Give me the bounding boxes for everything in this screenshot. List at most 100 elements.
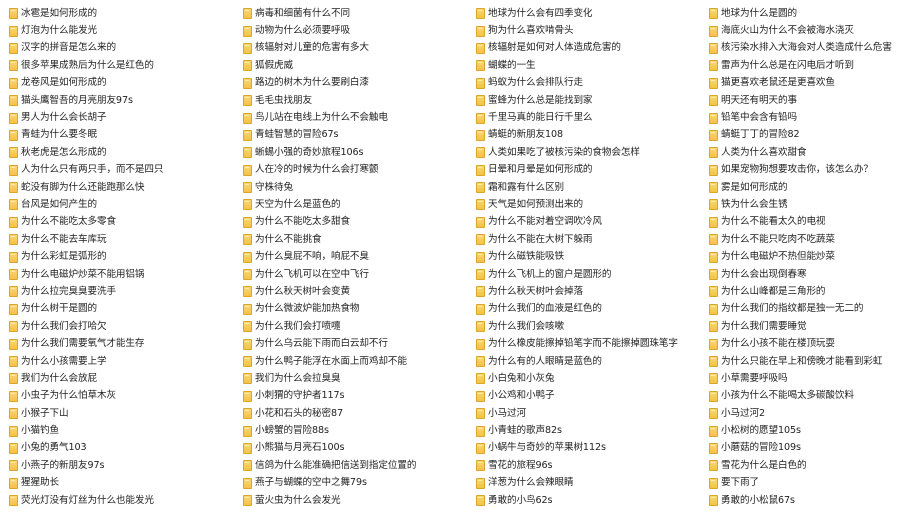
folder-item[interactable]: 小草需要呼吸吗 (709, 370, 900, 387)
folder-item[interactable]: 为什么小孩需要上学 (9, 353, 231, 370)
folder-item[interactable]: 为什么橡皮能擦掉铅笔字而不能擦掉圆珠笔字 (476, 335, 698, 352)
folder-item[interactable]: 为什么我们会咳嗽 (476, 318, 698, 335)
folder-item[interactable]: 秋老虎是怎么形成的 (9, 144, 231, 161)
folder-item[interactable]: 为什么我们需要氧气才能生存 (9, 335, 231, 352)
folder-item[interactable]: 霜和露有什么区别 (476, 179, 698, 196)
folder-item[interactable]: 铅笔中会含有铅吗 (709, 109, 900, 126)
folder-item[interactable]: 为什么不能吃太多零食 (9, 214, 231, 231)
folder-item[interactable]: 地球为什么会有四季变化 (476, 5, 698, 22)
folder-item[interactable]: 小花和石头的秘密87 (243, 405, 465, 422)
folder-item[interactable]: 为什么电磁炉不热但能炒菜 (709, 248, 900, 265)
folder-item[interactable]: 猩猩助长 (9, 475, 231, 492)
folder-item[interactable]: 小熊猫与月亮石100s (243, 440, 465, 457)
folder-item[interactable]: 青蛙为什么要冬眠 (9, 127, 231, 144)
folder-item[interactable]: 核辐射是如何对人体造成危害的 (476, 40, 698, 57)
folder-item[interactable]: 青蛙智慧的冒险67s (243, 127, 465, 144)
folder-item[interactable]: 为什么飞机上的窗户是圆形的 (476, 266, 698, 283)
folder-item[interactable]: 雪花的旅程96s (476, 457, 698, 474)
folder-item[interactable]: 台风是如何产生的 (9, 196, 231, 213)
folder-item[interactable]: 为什么我们会打哈欠 (9, 318, 231, 335)
folder-item[interactable]: 为什么秋天树叶会掉落 (476, 283, 698, 300)
folder-item[interactable]: 小蜗牛与奇妙的苹果树112s (476, 440, 698, 457)
folder-item[interactable]: 雾是如何形成的 (709, 179, 900, 196)
folder-item[interactable]: 明天还有明天的事 (709, 92, 900, 109)
folder-item[interactable]: 雷声为什么总是在闪电后才听到 (709, 57, 900, 74)
folder-item[interactable]: 为什么我们的指纹都是独一无二的 (709, 301, 900, 318)
folder-item[interactable]: 为什么山峰都是三角形的 (709, 283, 900, 300)
folder-item[interactable]: 洋葱为什么会辣眼睛 (476, 475, 698, 492)
folder-item[interactable]: 守株待兔 (243, 179, 465, 196)
folder-item[interactable]: 灯泡为什么能发光 (9, 22, 231, 39)
folder-item[interactable]: 狐假虎威 (243, 57, 465, 74)
folder-item[interactable]: 为什么电磁炉炒菜不能用铝锅 (9, 266, 231, 283)
folder-item[interactable]: 为什么不能看太久的电视 (709, 214, 900, 231)
folder-item[interactable]: 人为什么只有两只手，而不是四只 (9, 162, 231, 179)
folder-item[interactable]: 小孩为什么不能喝太多碳酸饮料 (709, 388, 900, 405)
folder-item[interactable]: 信鸽为什么能准确把信送到指定位置的 (243, 457, 465, 474)
folder-item[interactable]: 为什么微波炉能加热食物 (243, 301, 465, 318)
folder-item[interactable]: 蚂蚁为什么会排队行走 (476, 75, 698, 92)
folder-item[interactable]: 海底火山为什么不会被海水浇灭 (709, 22, 900, 39)
folder-item[interactable]: 为什么乌云能下雨而白云却不行 (243, 335, 465, 352)
folder-item[interactable]: 小猫钓鱼 (9, 422, 231, 439)
folder-item[interactable]: 为什么磁铁能吸铁 (476, 248, 698, 265)
folder-item[interactable]: 蝴蝶的一生 (476, 57, 698, 74)
folder-item[interactable]: 猫更喜欢老鼠还是更喜欢鱼 (709, 75, 900, 92)
folder-item[interactable]: 铁为什么会生锈 (709, 196, 900, 213)
folder-item[interactable]: 龙卷风是如何形成的 (9, 75, 231, 92)
folder-item[interactable]: 为什么会出现倒春寒 (709, 266, 900, 283)
folder-item[interactable]: 小青蛙的歌声82s (476, 422, 698, 439)
folder-item[interactable]: 为什么秋天树叶会变黄 (243, 283, 465, 300)
folder-item[interactable]: 为什么我们的血液是红色的 (476, 301, 698, 318)
folder-item[interactable]: 为什么不能只吃肉不吃蔬菜 (709, 231, 900, 248)
folder-item[interactable]: 为什么小孩不能在楼顶玩耍 (709, 335, 900, 352)
folder-item[interactable]: 小刺猬的守护者117s (243, 388, 465, 405)
folder-item[interactable]: 我们为什么会放屁 (9, 370, 231, 387)
folder-item[interactable]: 小马过河2 (709, 405, 900, 422)
folder-item[interactable]: 为什么臭屁不响，响屁不臭 (243, 248, 465, 265)
folder-item[interactable]: 为什么飞机可以在空中飞行 (243, 266, 465, 283)
folder-item[interactable]: 动物为什么必须要呼吸 (243, 22, 465, 39)
folder-item[interactable]: 千里马真的能日行千里么 (476, 109, 698, 126)
folder-item[interactable]: 为什么我们需要睡觉 (709, 318, 900, 335)
folder-item[interactable]: 如果宠物狗想要攻击你，该怎么办？ (709, 162, 900, 179)
folder-item[interactable]: 毛毛虫找朋友 (243, 92, 465, 109)
folder-item[interactable]: 人类如果吃了被核污染的食物会怎样 (476, 144, 698, 161)
folder-item[interactable]: 核辐射对儿童的危害有多大 (243, 40, 465, 57)
folder-item[interactable]: 小马过河 (476, 405, 698, 422)
folder-item[interactable]: 小螃蟹的冒险88s (243, 422, 465, 439)
folder-item[interactable]: 小松树的愿望105s (709, 422, 900, 439)
folder-item[interactable]: 为什么彩虹是弧形的 (9, 248, 231, 265)
folder-item[interactable]: 小猴子下山 (9, 405, 231, 422)
folder-item[interactable]: 为什么有的人眼睛是蓝色的 (476, 353, 698, 370)
folder-item[interactable]: 狗为什么喜欢啃骨头 (476, 22, 698, 39)
folder-item[interactable]: 雪花为什么是白色的 (709, 457, 900, 474)
folder-item[interactable]: 勇敢的小鸟62s (476, 492, 698, 509)
folder-item[interactable]: 为什么树干是圆的 (9, 301, 231, 318)
folder-item[interactable]: 蛇没有脚为什么还能跑那么快 (9, 179, 231, 196)
folder-item[interactable]: 冰雹是如何形成的 (9, 5, 231, 22)
folder-item[interactable]: 为什么我们会打喷嚏 (243, 318, 465, 335)
folder-item[interactable]: 为什么不能去车库玩 (9, 231, 231, 248)
folder-item[interactable]: 天空为什么是蓝色的 (243, 196, 465, 213)
folder-item[interactable]: 荧光灯没有灯丝为什么也能发光 (9, 492, 231, 509)
folder-item[interactable]: 日晕和月晕是如何形成的 (476, 162, 698, 179)
folder-item[interactable]: 为什么只能在早上和傍晚才能看到彩虹 (709, 353, 900, 370)
folder-item[interactable]: 小公鸡和小鸭子 (476, 388, 698, 405)
folder-item[interactable]: 男人为什么会长胡子 (9, 109, 231, 126)
folder-item[interactable]: 燕子与蝴蝶的空中之舞79s (243, 475, 465, 492)
folder-item[interactable]: 我们为什么会拉臭臭 (243, 370, 465, 387)
folder-item[interactable]: 路边的树木为什么要刷白漆 (243, 75, 465, 92)
folder-item[interactable]: 天气是如何预测出来的 (476, 196, 698, 213)
folder-item[interactable]: 小虫子为什么怕草木灰 (9, 388, 231, 405)
folder-item[interactable]: 要下雨了 (709, 475, 900, 492)
folder-item[interactable]: 很多苹果成熟后为什么是红色的 (9, 57, 231, 74)
folder-item[interactable]: 鸟儿站在电线上为什么不会触电 (243, 109, 465, 126)
folder-item[interactable]: 蜜蜂为什么总是能找到家 (476, 92, 698, 109)
folder-item[interactable]: 为什么不能在大树下躲雨 (476, 231, 698, 248)
folder-item[interactable]: 小燕子的新朋友97s (9, 457, 231, 474)
folder-item[interactable]: 为什么不能对着空调吹冷风 (476, 214, 698, 231)
folder-item[interactable]: 病毒和细菌有什么不同 (243, 5, 465, 22)
folder-item[interactable]: 小白兔和小灰兔 (476, 370, 698, 387)
folder-item[interactable]: 小兔的勇气103 (9, 440, 231, 457)
